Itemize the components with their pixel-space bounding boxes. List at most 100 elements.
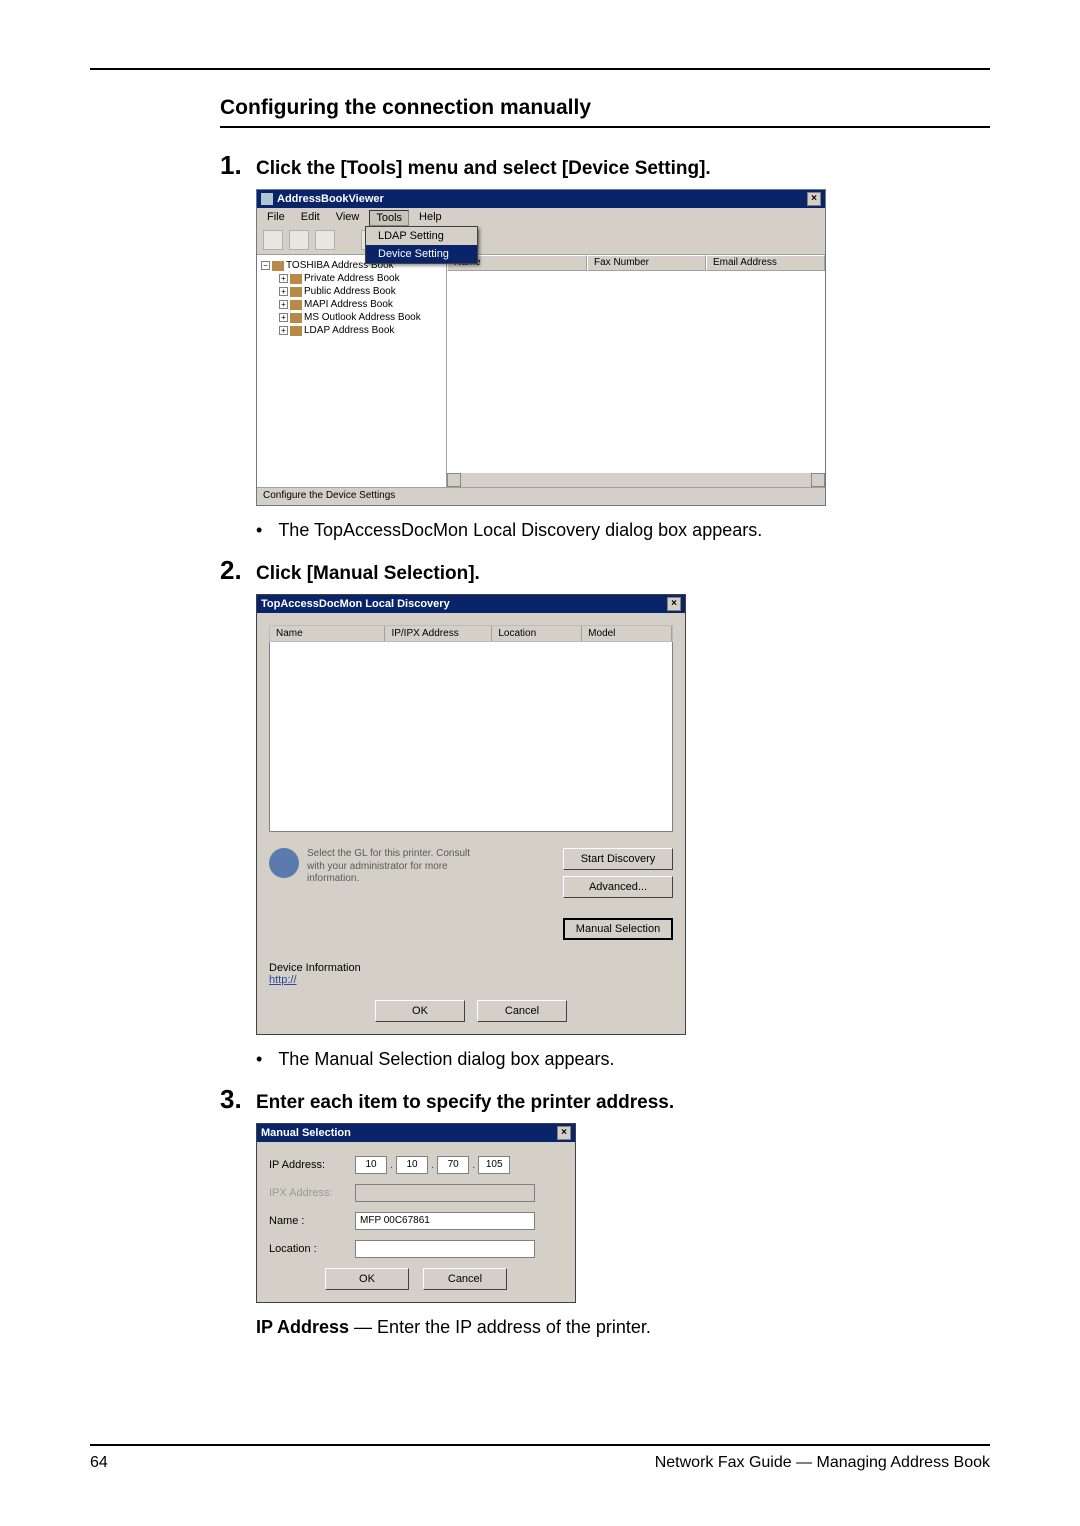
tree-node[interactable]: + Private Address Book (279, 272, 442, 285)
step-3-number: 3. (220, 1084, 246, 1115)
ip-address-note: IP Address — Enter the IP address of the… (256, 1317, 990, 1338)
step-1-number: 1. (220, 150, 246, 181)
expand-icon[interactable]: − (261, 261, 270, 270)
list-header: Name Fax Number Email Address (447, 255, 825, 271)
note-term: IP Address (256, 1317, 349, 1337)
ipx-address-input (355, 1184, 535, 1202)
location-input[interactable] (355, 1240, 535, 1258)
screenshot-addressbookviewer: AddressBookViewer × File Edit View Tools… (256, 189, 826, 506)
column-email[interactable]: Email Address (706, 255, 825, 271)
tree-node[interactable]: + MS Outlook Address Book (279, 311, 442, 324)
dot-icon: . (428, 1159, 437, 1171)
tools-dropdown: LDAP Setting Device Setting (365, 226, 478, 264)
ip-octet-2[interactable]: 10 (396, 1156, 428, 1174)
bullet-icon: • (256, 1049, 262, 1070)
menu-file[interactable]: File (261, 210, 291, 226)
ipx-address-row: IPX Address: (269, 1184, 563, 1202)
start-discovery-button[interactable]: Start Discovery (563, 848, 673, 870)
menu-item-device-setting[interactable]: Device Setting (366, 245, 477, 263)
bullet-text: The TopAccessDocMon Local Discovery dial… (278, 520, 762, 541)
column-ip[interactable]: IP/IPX Address (385, 626, 492, 641)
expand-icon[interactable]: + (279, 326, 288, 335)
window-titlebar: AddressBookViewer × (257, 190, 825, 208)
manual-selection-button[interactable]: Manual Selection (563, 918, 673, 940)
menu-tools[interactable]: Tools (369, 210, 409, 226)
cancel-button[interactable]: Cancel (423, 1268, 507, 1290)
ok-button[interactable]: OK (375, 1000, 465, 1022)
ipx-address-label: IPX Address: (269, 1187, 355, 1199)
dot-icon: . (469, 1159, 478, 1171)
column-fax[interactable]: Fax Number (587, 255, 706, 271)
tree-node[interactable]: + MAPI Address Book (279, 298, 442, 311)
toolbar-button[interactable] (315, 230, 335, 250)
status-bar: Configure the Device Settings (257, 487, 825, 505)
ip-octet-3[interactable]: 70 (437, 1156, 469, 1174)
toolbar-button[interactable] (263, 230, 283, 250)
tree-label: LDAP Address Book (304, 325, 394, 336)
note-text: — Enter the IP address of the printer. (349, 1317, 651, 1337)
window-titlebar: Manual Selection × (257, 1124, 575, 1142)
device-information-label: Device Information (269, 962, 673, 974)
device-information-link[interactable]: http:// (269, 974, 297, 986)
step-2: 2. Click [Manual Selection]. (220, 555, 990, 586)
scroll-right-icon[interactable] (811, 473, 825, 487)
screenshot-manual-selection: Manual Selection × IP Address: 10 . 10 .… (256, 1123, 576, 1303)
column-model[interactable]: Model (582, 626, 672, 641)
menu-help[interactable]: Help (413, 210, 448, 226)
close-icon[interactable]: × (557, 1126, 571, 1140)
menu-view[interactable]: View (330, 210, 366, 226)
page-footer: 64 Network Fax Guide — Managing Address … (90, 1444, 990, 1472)
toolbar (257, 228, 825, 255)
folder-icon (290, 274, 302, 284)
scroll-left-icon[interactable] (447, 473, 461, 487)
window-title: Manual Selection (261, 1127, 351, 1139)
expand-icon[interactable]: + (279, 300, 288, 309)
info-text: Select the GL for this printer. Consult … (307, 848, 477, 886)
horizontal-scrollbar[interactable] (447, 473, 825, 487)
step-2-text: Click [Manual Selection]. (256, 563, 480, 585)
tree-label: Public Address Book (304, 286, 396, 297)
info-icon (269, 848, 299, 878)
step-2-number: 2. (220, 555, 246, 586)
tree-label: Private Address Book (304, 273, 400, 284)
toolbar-button[interactable] (289, 230, 309, 250)
step-3: 3. Enter each item to specify the printe… (220, 1084, 990, 1115)
list-body (447, 271, 825, 487)
close-icon[interactable]: × (807, 192, 821, 206)
tree-label: MAPI Address Book (304, 299, 393, 310)
close-icon[interactable]: × (667, 597, 681, 611)
list-header: Name IP/IPX Address Location Model (269, 625, 673, 642)
name-label: Name : (269, 1215, 355, 1227)
expand-icon[interactable]: + (279, 313, 288, 322)
menubar: File Edit View Tools Help LDAP Setting D… (257, 208, 825, 228)
ok-button[interactable]: OK (325, 1268, 409, 1290)
column-name[interactable]: Name (270, 626, 385, 641)
window-title: AddressBookViewer (277, 193, 384, 205)
ip-address-input[interactable]: 10 . 10 . 70 . 105 (355, 1156, 510, 1174)
cancel-button[interactable]: Cancel (477, 1000, 567, 1022)
tree-node[interactable]: + LDAP Address Book (279, 324, 442, 337)
footer-title: Network Fax Guide — Managing Address Boo… (655, 1454, 990, 1472)
location-label: Location : (269, 1243, 355, 1255)
expand-icon[interactable]: + (279, 287, 288, 296)
dot-icon: . (387, 1159, 396, 1171)
step-1: 1. Click the [Tools] menu and select [De… (220, 150, 990, 181)
expand-icon[interactable]: + (279, 274, 288, 283)
column-location[interactable]: Location (492, 626, 582, 641)
device-information: Device Information http:// (269, 962, 673, 986)
folder-icon (290, 300, 302, 310)
menu-edit[interactable]: Edit (295, 210, 326, 226)
tree-node[interactable]: + Public Address Book (279, 285, 442, 298)
menu-item-ldap-setting[interactable]: LDAP Setting (366, 227, 477, 245)
ip-octet-4[interactable]: 105 (478, 1156, 510, 1174)
ip-octet-1[interactable]: 10 (355, 1156, 387, 1174)
tree-label: MS Outlook Address Book (304, 312, 421, 323)
list-panel: Name Fax Number Email Address (447, 255, 825, 487)
window-title: TopAccessDocMon Local Discovery (261, 598, 450, 610)
name-input[interactable]: MFP 00C67861 (355, 1212, 535, 1230)
page-number: 64 (90, 1454, 108, 1472)
section-title: Configuring the connection manually (220, 96, 990, 128)
tree-panel: − TOSHIBA Address Book + Private Address… (257, 255, 447, 487)
folder-icon (290, 326, 302, 336)
advanced-button[interactable]: Advanced... (563, 876, 673, 898)
